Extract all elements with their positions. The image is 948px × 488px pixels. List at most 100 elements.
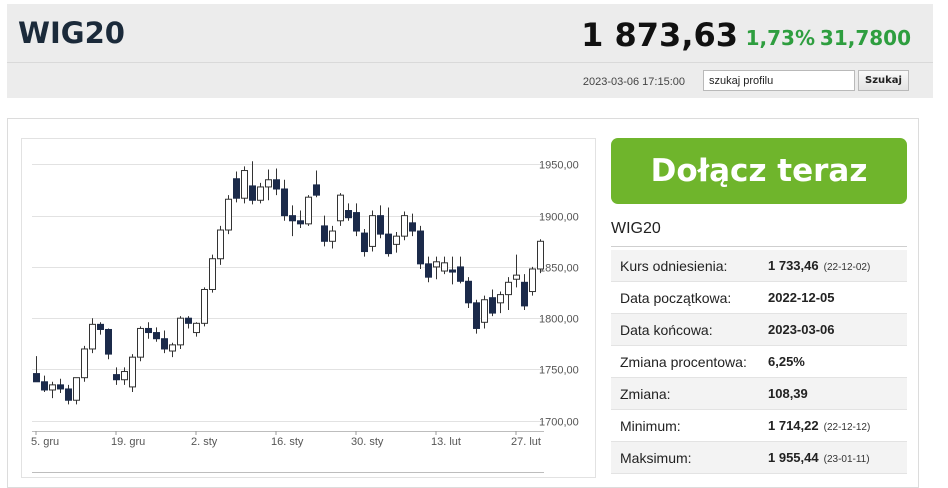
instrument-title: WIG20 xyxy=(18,16,125,50)
y-tick-label: 1900,00 xyxy=(539,212,579,224)
info-value: 2022-12-05 xyxy=(768,290,840,305)
candle-body xyxy=(281,188,288,217)
candle-body xyxy=(505,281,512,296)
candle-body xyxy=(433,261,440,268)
change-percent: 1,73% xyxy=(745,26,815,50)
candle-body xyxy=(425,263,432,278)
candle-body xyxy=(329,230,336,242)
candle-body xyxy=(345,210,352,219)
candle-body xyxy=(473,302,480,329)
candlestick-chart: 1950,00 1900,00 1850,00 1800,00 1750,00 1700,… xyxy=(31,160,579,473)
y-tick-label: 1750,00 xyxy=(539,365,579,377)
candle-body xyxy=(297,220,304,225)
info-value-text: 1 714,22 xyxy=(768,418,819,433)
candle-body xyxy=(129,356,136,388)
info-value-text: 2023-03-06 xyxy=(768,322,835,337)
candle-body xyxy=(113,374,120,381)
info-value-text: 1 733,46 xyxy=(768,258,819,273)
info-row: Maksimum: 1 955,44 (23-01-11) xyxy=(611,442,907,474)
info-value: 1 955,44 (23-01-11) xyxy=(768,450,870,465)
info-row: Zmiana procentowa: 6,25% xyxy=(611,346,907,378)
candle-body xyxy=(81,348,88,379)
candle-body xyxy=(265,179,272,188)
search-bar: 2023-03-06 17:15:00 Szukaj xyxy=(7,62,933,98)
candle-body xyxy=(161,338,168,350)
candle-body xyxy=(273,179,280,190)
candle-body xyxy=(33,373,40,383)
info-label: Kurs odniesienia: xyxy=(620,258,728,274)
candle-body xyxy=(193,322,200,334)
candle-body xyxy=(201,288,208,324)
candle-body xyxy=(257,186,264,201)
candle-body xyxy=(89,323,96,350)
candle-body xyxy=(377,215,384,235)
info-value-text: 1 955,44 xyxy=(768,450,819,465)
candle-body xyxy=(353,212,360,232)
candle-body xyxy=(137,327,144,358)
candle-body xyxy=(233,178,240,199)
candle-body xyxy=(369,215,376,247)
info-label: Data końcowa: xyxy=(620,322,713,338)
x-tick-label: 30. sty xyxy=(351,436,384,448)
candle-body xyxy=(529,268,536,293)
x-tick-label: 2. sty xyxy=(191,436,218,448)
info-table: Kurs odniesienia: 1 733,46 (22-12-02) Data … xyxy=(611,250,907,474)
candle-body xyxy=(185,317,192,324)
candle-body xyxy=(537,240,544,270)
quote-timestamp: 2023-03-06 17:15:00 xyxy=(582,76,685,88)
candle-body xyxy=(121,371,128,381)
x-tick-label: 5. gru xyxy=(31,436,59,448)
search-button[interactable]: Szukaj xyxy=(858,70,909,91)
join-now-button[interactable]: Dołącz teraz xyxy=(611,138,907,204)
profile-search-input[interactable] xyxy=(703,70,855,91)
info-value-date: (22-12-02) xyxy=(823,262,871,273)
x-tick-label: 19. gru xyxy=(111,436,145,448)
candle-body xyxy=(65,388,72,401)
info-row: Data początkowa: 2022-12-05 xyxy=(611,282,907,314)
candle-body xyxy=(385,233,392,255)
info-title: WIG20 xyxy=(611,220,661,237)
candle-body xyxy=(409,222,416,232)
candle-body xyxy=(321,225,328,242)
y-tick-label: 1800,00 xyxy=(539,314,579,326)
candle-body xyxy=(49,384,56,391)
candle-body xyxy=(417,230,424,265)
candle-body xyxy=(449,269,456,273)
candle-body xyxy=(513,274,520,280)
info-value: 108,39 xyxy=(768,386,813,401)
info-value-text: 6,25% xyxy=(768,354,805,369)
candle-body xyxy=(105,328,112,355)
change-value: 31,7800 xyxy=(819,26,911,50)
info-value-text: 108,39 xyxy=(768,386,808,401)
info-value-date: (22-12-12) xyxy=(823,422,871,433)
y-tick-label: 1950,00 xyxy=(539,160,579,172)
candle-body xyxy=(441,262,448,272)
candle-body xyxy=(249,185,256,201)
x-tick-label: 27. lut xyxy=(511,436,541,448)
info-label: Zmiana procentowa: xyxy=(620,354,747,370)
candle-body xyxy=(521,281,528,307)
header-bar: WIG20 1 873,63 1,73% 31,7800 2023-03-06 … xyxy=(7,4,933,98)
candle-body xyxy=(497,294,504,304)
info-value: 1 714,22 (22-12-12) xyxy=(768,418,870,433)
candle-body xyxy=(401,215,408,237)
candle-body xyxy=(153,332,160,340)
info-value-date: (23-01-11) xyxy=(823,454,870,465)
candle-body xyxy=(465,280,472,304)
candle-body xyxy=(225,198,232,231)
candle-body xyxy=(145,327,152,334)
info-value: 6,25% xyxy=(768,354,810,369)
candle-body xyxy=(457,266,464,282)
candle-body xyxy=(177,317,184,346)
info-row: Minimum: 1 714,22 (22-12-12) xyxy=(611,410,907,442)
info-divider xyxy=(611,246,907,247)
candle-body xyxy=(41,381,48,391)
info-value-text: 2022-12-05 xyxy=(768,290,835,305)
candle-body xyxy=(481,299,488,323)
info-label: Minimum: xyxy=(620,418,681,434)
y-tick-label: 1700,00 xyxy=(539,417,579,429)
info-row: Data końcowa: 2023-03-06 xyxy=(611,314,907,346)
candle-body xyxy=(489,297,496,314)
candle-body xyxy=(97,323,104,330)
candle-body xyxy=(305,196,312,225)
